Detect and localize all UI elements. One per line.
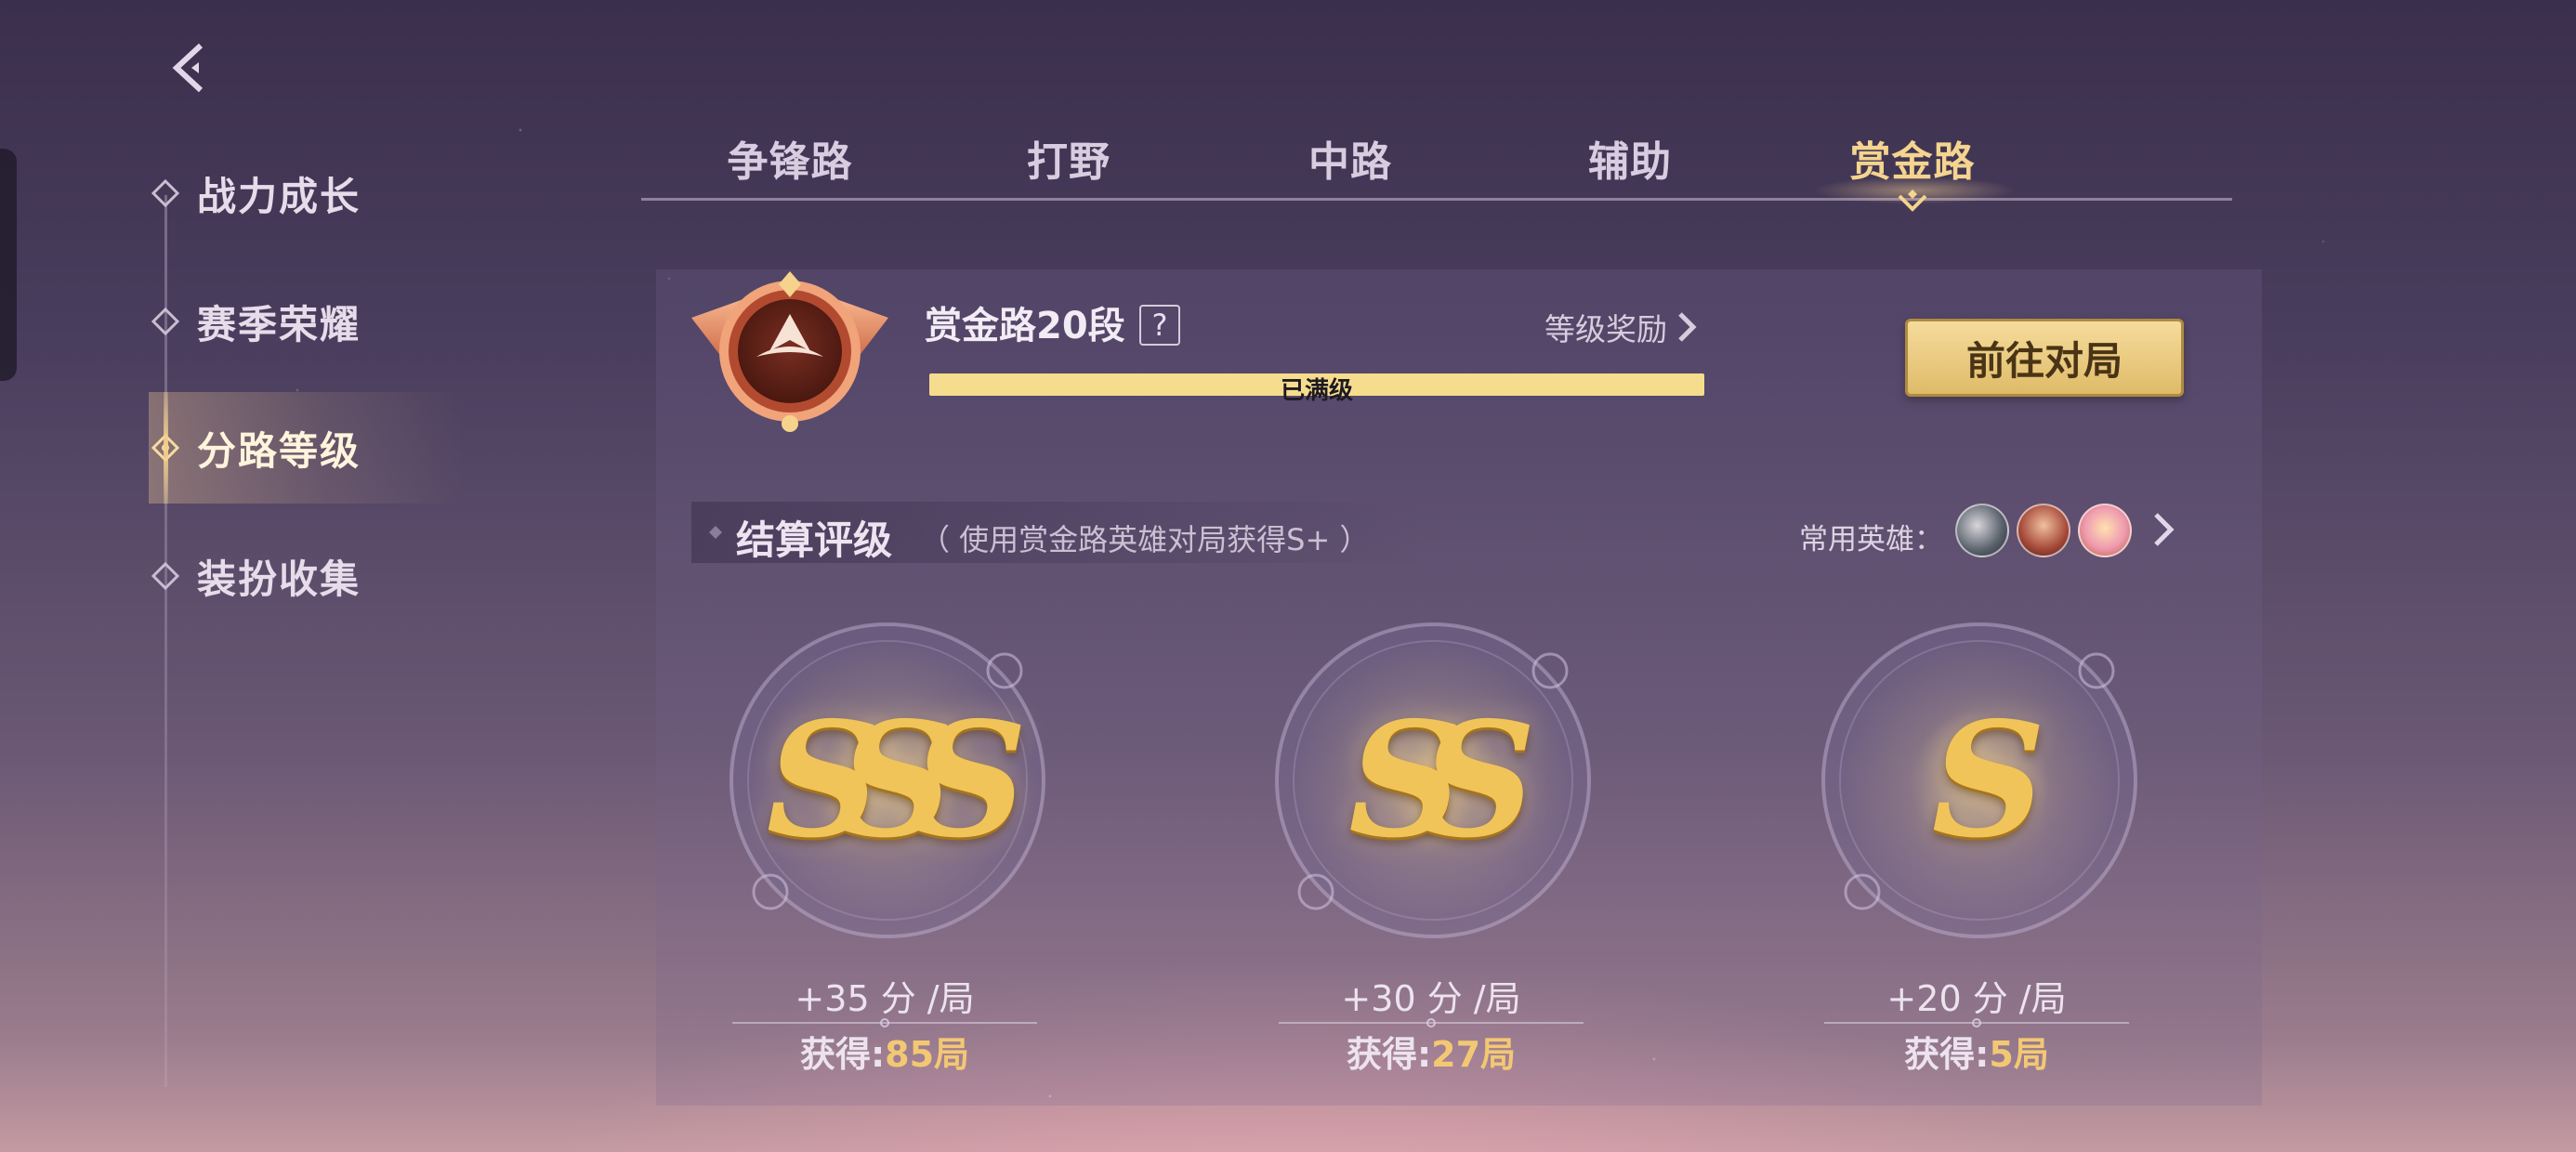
earned-value: 27局 (1431, 1034, 1517, 1075)
grade-score: +30 分 /局 (1341, 978, 1521, 1019)
hero-avatar-2[interactable] (2017, 504, 2070, 557)
hero-avatar-3[interactable] (2078, 504, 2132, 557)
grade-letters: SSS (766, 687, 1028, 873)
tab-jungle[interactable]: 打野 (1004, 121, 1134, 195)
level-reward-link[interactable]: 等级奖励 (1544, 305, 1697, 349)
grade-badge-sss: SSS (720, 613, 1055, 948)
rank-title: 赏金路20段 (925, 305, 1125, 347)
diamond-icon (149, 559, 182, 593)
grade-score: +20 分 /局 (1886, 978, 2067, 1019)
level-reward-label: 等级奖励 (1544, 311, 1667, 347)
diamond-icon (709, 526, 722, 539)
rank-progress-bar: 已满级 (929, 373, 1704, 405)
help-button[interactable]: ? (1139, 305, 1180, 346)
grade-badge-ss: SS (1266, 613, 1600, 948)
sidebar-item-season-glory[interactable]: 赛季荣耀 (149, 266, 465, 377)
chevron-right-icon[interactable] (2147, 509, 2180, 550)
chevron-left-icon (172, 43, 204, 93)
sidebar-item-label: 战力成长 (197, 173, 361, 219)
section-title: 结算评级 (736, 517, 893, 563)
diamond-icon (149, 431, 182, 465)
diamond-icon (149, 177, 182, 210)
back-button[interactable] (158, 35, 223, 100)
tab-mid-lane[interactable]: 中路 (1285, 121, 1415, 195)
sidebar-item-combat-growth[interactable]: 战力成长 (149, 137, 465, 249)
earned-label: 获得: (1904, 1034, 1990, 1075)
chevron-right-icon (1678, 312, 1697, 342)
sidebar-item-outfit-collection[interactable]: 装扮收集 (149, 520, 465, 632)
tab-clash-lane[interactable]: 争锋路 (706, 121, 874, 195)
grade-letters: SS (1348, 687, 1536, 873)
sidebar-item-lane-level[interactable]: 分路等级 (149, 392, 465, 504)
edge-handle (0, 149, 17, 381)
earned-value: 85局 (885, 1034, 970, 1075)
sidebar-item-label: 分路等级 (197, 427, 361, 474)
grade-letters: S (1931, 687, 2046, 873)
sidebar-item-label: 赛季荣耀 (197, 301, 361, 347)
tab-support[interactable]: 辅助 (1565, 121, 1695, 195)
rank-emblem-icon (691, 271, 888, 432)
section-note: （ 使用赏金路英雄对局获得S+ ） (920, 522, 1370, 557)
earned-label: 获得: (799, 1034, 886, 1075)
active-tab-indicator-icon (1898, 190, 1927, 212)
grade-earned-count: 获得:27局 (1273, 1026, 1589, 1077)
earned-value: 5局 (1989, 1034, 2049, 1075)
sidebar-item-label: 装扮收集 (197, 556, 361, 602)
favorite-heroes-label: 常用英雄： (1799, 523, 1943, 556)
grade-earned-count: 获得:85局 (727, 1026, 1043, 1077)
rank-progress-text: 已满级 (1280, 377, 1353, 405)
diamond-icon (149, 305, 182, 338)
go-to-match-button[interactable]: 前往对局 (1905, 319, 2184, 397)
grade-earned-count: 获得:5局 (1819, 1026, 2135, 1077)
earned-label: 获得: (1346, 1034, 1432, 1075)
grade-badge-s: S (1812, 613, 2147, 948)
grade-score: +35 分 /局 (795, 978, 975, 1019)
hero-avatar-1[interactable] (1955, 504, 2009, 557)
